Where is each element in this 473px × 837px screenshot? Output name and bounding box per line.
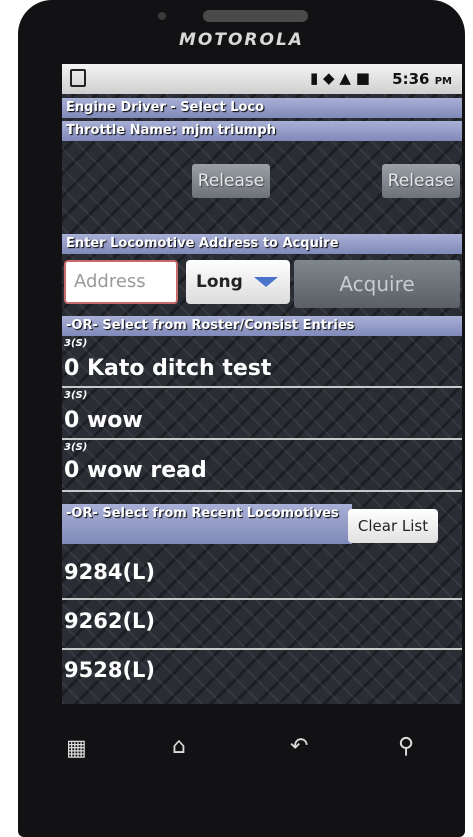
brand-logo: MOTOROLA [179, 30, 304, 50]
divider [62, 386, 462, 388]
signal-icon: ▮ [310, 69, 319, 87]
status-icons: ▮ ◆ ▲ ■ [310, 69, 370, 87]
address-type-select[interactable]: Long [186, 260, 290, 304]
roster-header: -OR- Select from Roster/Consist Entries [62, 316, 462, 336]
navigation-bar: ▦ ⌂ ↶ ⚲ [18, 716, 465, 796]
front-camera [158, 12, 166, 20]
network-icon: ▲ [339, 69, 351, 87]
home-icon[interactable]: ⌂ [172, 734, 186, 759]
phone-frame: MOTOROLA ▮ ◆ ▲ ■ 5:36 PM Engine Driver -… [18, 0, 465, 837]
battery-icon: ■ [355, 69, 370, 87]
divider [62, 438, 462, 440]
roster-tag: 3(S) [64, 390, 88, 401]
enter-address-header: Enter Locomotive Address to Acquire [62, 234, 462, 254]
recent-item[interactable]: 9284(L) [64, 560, 155, 584]
speaker-grille [203, 10, 308, 22]
apps-icon[interactable]: ▦ [66, 736, 87, 761]
search-icon[interactable]: ⚲ [398, 734, 414, 759]
clear-list-button[interactable]: Clear List [348, 509, 438, 543]
page-title: Engine Driver - Select Loco [62, 98, 462, 118]
clock: 5:36 PM [392, 70, 452, 88]
roster-name: 0 Kato ditch test [64, 356, 272, 381]
divider [62, 598, 462, 600]
recent-item[interactable]: 9528(L) [64, 658, 155, 682]
back-icon[interactable]: ↶ [290, 734, 308, 759]
recent-header: -OR- Select from Recent Locomotives [62, 504, 352, 544]
roster-tag: 3(S) [64, 338, 88, 349]
address-type-value: Long [196, 272, 243, 292]
roster-tag: 3(S) [64, 442, 88, 453]
throttle-name: Throttle Name: mjm triumph [62, 121, 462, 141]
chevron-down-icon [254, 277, 278, 287]
status-bar: ▮ ◆ ▲ ■ 5:36 PM [62, 64, 462, 94]
release-button-1[interactable]: Release [192, 164, 270, 198]
acquire-button[interactable]: Acquire [294, 260, 460, 308]
release-button-2[interactable]: Release [382, 164, 460, 198]
divider [62, 490, 462, 492]
clipboard-icon [70, 69, 86, 87]
address-input[interactable]: Address [64, 260, 178, 304]
screen: ▮ ◆ ▲ ■ 5:36 PM Engine Driver - Select L… [62, 64, 462, 704]
divider [62, 648, 462, 650]
data-icon: ◆ [323, 69, 335, 87]
roster-name: 0 wow read [64, 458, 207, 483]
roster-name: 0 wow [64, 408, 143, 433]
recent-item[interactable]: 9262(L) [64, 609, 155, 633]
